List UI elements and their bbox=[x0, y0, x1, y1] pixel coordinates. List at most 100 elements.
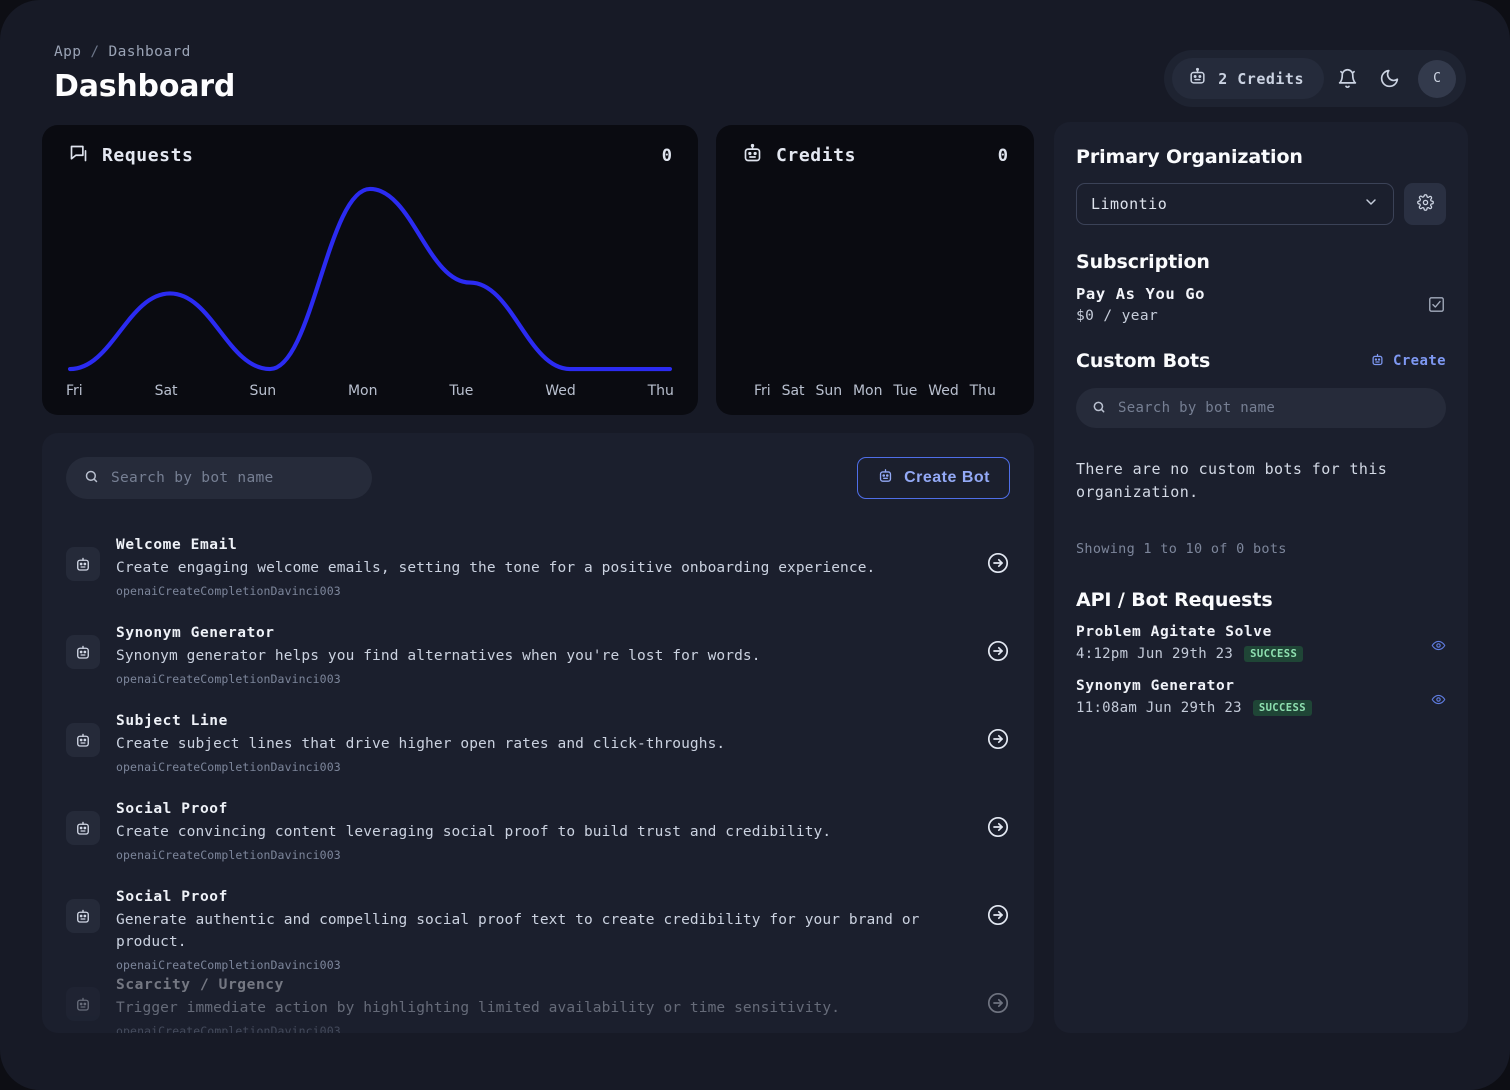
x-tick-label: Wed bbox=[545, 383, 576, 399]
requests-x-axis: Fri Sat Sun Mon Tue Wed Thu bbox=[66, 383, 674, 399]
arrow-right-circle-icon[interactable] bbox=[986, 551, 1010, 579]
subscription-row: Pay As You Go $0 / year bbox=[1076, 285, 1446, 324]
bot-list-item[interactable]: Scarcity / Urgency Trigger immediate acti… bbox=[42, 961, 1034, 1033]
api-request-meta: 4:12pm Jun 29th 23 SUCCESS bbox=[1076, 645, 1304, 662]
bot-search-placeholder: Search by bot name bbox=[111, 470, 274, 486]
arrow-right-circle-icon[interactable] bbox=[986, 727, 1010, 755]
create-bot-button[interactable]: Create Bot bbox=[857, 457, 1010, 499]
api-request-text: Problem Agitate Solve 4:12pm Jun 29th 23 S… bbox=[1076, 624, 1304, 662]
requests-line-chart bbox=[66, 185, 674, 373]
create-bot-label: Create Bot bbox=[904, 469, 990, 486]
custom-bots-heading: Custom Bots bbox=[1076, 350, 1211, 372]
organization-row: Limontio bbox=[1076, 183, 1446, 225]
bot-item-name: Scarcity / Urgency bbox=[116, 977, 284, 993]
search-icon bbox=[1092, 399, 1106, 418]
eye-icon[interactable] bbox=[1431, 638, 1446, 657]
bot-item-text: Subject Line Create subject lines that dr… bbox=[116, 711, 986, 774]
create-custom-bot-link[interactable]: Create bbox=[1370, 352, 1446, 371]
bot-item-name: Welcome Email bbox=[116, 537, 238, 553]
arrow-right-circle-icon[interactable] bbox=[986, 815, 1010, 843]
bot-item-model: openaiCreateCompletionDavinci003 bbox=[116, 1023, 341, 1033]
credits-line-chart bbox=[740, 185, 1010, 373]
avatar[interactable]: C bbox=[1418, 59, 1456, 98]
credits-chart-title: Credits bbox=[776, 145, 857, 166]
x-tick-label: Sat bbox=[781, 383, 805, 399]
header-actions: 2 Credits C bbox=[1164, 50, 1466, 107]
robot-icon bbox=[1370, 352, 1385, 371]
api-request-item[interactable]: Problem Agitate Solve 4:12pm Jun 29th 23 S… bbox=[1076, 624, 1446, 662]
bot-item-description: Create subject lines that drive higher o… bbox=[116, 736, 726, 753]
organization-selected-value: Limontio bbox=[1091, 195, 1168, 213]
bots-panel: Search by bot name Create Bot Welcome Em… bbox=[42, 433, 1034, 1033]
bot-item-text: Social Proof Generate authentic and compe… bbox=[116, 887, 986, 972]
api-request-timestamp: 4:12pm Jun 29th 23 bbox=[1076, 645, 1234, 662]
requests-chart-value: 0 bbox=[661, 145, 672, 166]
subscription-price: $0 / year bbox=[1076, 308, 1159, 324]
credits-chart-card: Credits 0 Fri Sat Sun Mon Tue Wed Thu bbox=[716, 125, 1034, 415]
credits-chart-plot bbox=[740, 185, 1010, 373]
bot-item-description: Create convincing content leveraging soc… bbox=[116, 824, 832, 841]
credits-button[interactable]: 2 Credits bbox=[1172, 58, 1324, 99]
x-tick-label: Tue bbox=[449, 383, 474, 399]
moon-icon[interactable] bbox=[1370, 60, 1408, 98]
message-square-icon bbox=[68, 143, 89, 168]
bot-list: Welcome Email Create engaging welcome ema… bbox=[42, 521, 1034, 1033]
breadcrumb-current[interactable]: Dashboard bbox=[109, 44, 191, 60]
breadcrumb-root[interactable]: App bbox=[54, 44, 81, 60]
x-tick-label: Sat bbox=[154, 383, 178, 399]
robot-icon bbox=[66, 723, 100, 757]
bot-list-item[interactable]: Synonym Generator Synonym generator helps… bbox=[42, 609, 1034, 697]
x-tick-label: Tue bbox=[893, 383, 918, 399]
robot-icon bbox=[66, 811, 100, 845]
bot-item-model: openaiCreateCompletionDavinci003 bbox=[116, 759, 341, 774]
bot-search-input[interactable]: Search by bot name bbox=[66, 457, 372, 499]
bot-item-model: openaiCreateCompletionDavinci003 bbox=[116, 671, 341, 686]
x-tick-label: Mon bbox=[347, 383, 378, 399]
credits-x-axis: Fri Sat Sun Mon Tue Wed Thu bbox=[754, 383, 996, 399]
bots-toolbar: Search by bot name Create Bot bbox=[66, 457, 1010, 499]
bot-item-name: Social Proof bbox=[116, 801, 228, 817]
breadcrumb-separator: / bbox=[90, 44, 100, 60]
status-badge: SUCCESS bbox=[1244, 645, 1304, 662]
bot-list-item[interactable]: Social Proof Create convincing content le… bbox=[42, 785, 1034, 873]
requests-chart-plot bbox=[66, 185, 674, 373]
requests-chart-title: Requests bbox=[102, 145, 194, 166]
bot-list-item[interactable]: Welcome Email Create engaging welcome ema… bbox=[42, 521, 1034, 609]
subscription-heading: Subscription bbox=[1076, 251, 1210, 273]
arrow-right-circle-icon[interactable] bbox=[986, 903, 1010, 931]
custom-bot-search-placeholder: Search by bot name bbox=[1118, 400, 1276, 416]
eye-icon[interactable] bbox=[1431, 692, 1446, 711]
credits-label: 2 Credits bbox=[1218, 69, 1304, 88]
bot-item-model: openaiCreateCompletionDavinci003 bbox=[116, 847, 341, 862]
api-request-timestamp: 11:08am Jun 29th 23 bbox=[1076, 699, 1242, 716]
subscription-active-checkbox-icon[interactable] bbox=[1427, 295, 1446, 318]
x-tick-label: Thu bbox=[969, 383, 996, 399]
arrow-right-circle-icon[interactable] bbox=[986, 991, 1010, 1019]
bot-list-item[interactable]: Subject Line Create subject lines that dr… bbox=[42, 697, 1034, 785]
subscription-plan: Pay As You Go bbox=[1076, 285, 1206, 303]
api-request-item[interactable]: Synonym Generator 11:08am Jun 29th 23 SUCC… bbox=[1076, 678, 1446, 716]
bot-item-description: Create engaging welcome emails, setting … bbox=[116, 560, 876, 577]
create-link-label: Create bbox=[1393, 353, 1446, 369]
custom-bots-header: Custom Bots Create bbox=[1076, 350, 1446, 372]
bell-icon[interactable] bbox=[1328, 60, 1366, 98]
organization-sidebar: Primary Organization Limontio Subscripti… bbox=[1054, 122, 1468, 1033]
bot-item-text: Scarcity / Urgency Trigger immediate acti… bbox=[116, 975, 986, 1033]
bot-item-text: Synonym Generator Synonym generator helps… bbox=[116, 623, 986, 686]
arrow-right-circle-icon[interactable] bbox=[986, 639, 1010, 667]
custom-bot-search-input[interactable]: Search by bot name bbox=[1076, 388, 1446, 428]
api-bot-requests-list: Problem Agitate Solve 4:12pm Jun 29th 23 S… bbox=[1076, 624, 1446, 716]
robot-icon bbox=[66, 635, 100, 669]
x-tick-label: Sun bbox=[249, 383, 277, 399]
bot-item-name: Social Proof bbox=[116, 889, 228, 905]
bot-item-name: Synonym Generator bbox=[116, 625, 275, 641]
chevron-down-icon bbox=[1363, 194, 1379, 214]
bot-list-item[interactable]: Social Proof Generate authentic and compe… bbox=[42, 873, 1034, 972]
credits-chart-value: 0 bbox=[997, 145, 1008, 166]
api-bot-requests-heading: API / Bot Requests bbox=[1076, 588, 1273, 611]
bot-item-description: Generate authentic and compelling social… bbox=[116, 912, 920, 950]
bot-item-text: Social Proof Create convincing content le… bbox=[116, 799, 986, 862]
organization-select[interactable]: Limontio bbox=[1076, 183, 1394, 225]
x-tick-label: Fri bbox=[754, 383, 771, 399]
organization-settings-button[interactable] bbox=[1404, 183, 1446, 225]
